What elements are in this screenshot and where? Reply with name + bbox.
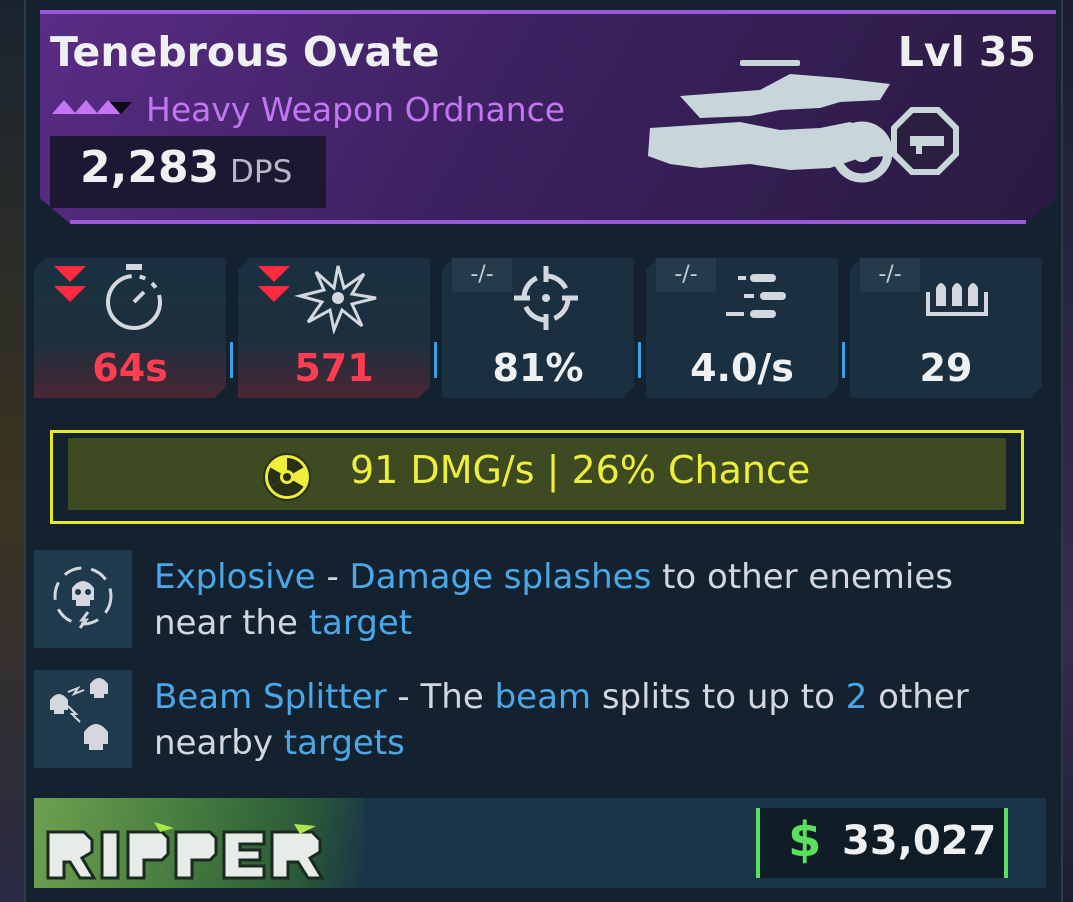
element-effect-text: 91 DMG/s | 26% Chance: [350, 448, 811, 492]
dps-value: 2,283: [80, 142, 220, 193]
perk-text-part: splits to up to: [591, 677, 846, 717]
dps-label: DPS: [230, 154, 293, 190]
stat-tile-fire-rate: -/- 4.0/s: [646, 258, 838, 398]
item-footer: $ 33,027: [34, 798, 1046, 888]
currency-icon: $: [788, 812, 822, 868]
item-type: Heavy Weapon Ordnance: [146, 90, 566, 129]
rarity-chevrons-icon: [52, 100, 132, 114]
stat-tile-accuracy: -/- 81%: [442, 258, 634, 398]
corner-decoration-icon: [44, 206, 58, 220]
perk-description: Explosive - Damage splashes to other ene…: [154, 554, 1034, 646]
stat-separator: [434, 342, 437, 378]
stat-tile-duration: 64s: [34, 258, 226, 398]
stat-tile-damage: 571: [238, 258, 430, 398]
perk-keyword: targets: [283, 723, 405, 763]
perk-name: Explosive: [154, 557, 316, 597]
weapon-silhouette-icon: [648, 60, 959, 183]
perk-text-part: -: [315, 557, 350, 597]
price-value: 33,027: [842, 818, 997, 864]
perk-icon-box: [34, 550, 132, 648]
decrease-arrows-icon: [54, 266, 86, 302]
item-card: Tenebrous Ovate Lvl 35 Heavy Weapon Ordn…: [24, 0, 1063, 902]
dps-display: 2,283 DPS: [50, 136, 326, 208]
price-display: $ 33,027: [756, 808, 1008, 878]
stat-value: 64s: [92, 346, 168, 390]
manufacturer-logo-ripper: [46, 822, 325, 880]
stat-separator: [638, 342, 641, 378]
stat-value: 29: [919, 346, 973, 390]
fire-rate-icon: [726, 274, 786, 318]
perk-description: Beam Splitter - The beam splits to up to…: [154, 674, 1034, 766]
explosive-skull-icon: [53, 566, 113, 629]
perk-name: Beam Splitter: [154, 677, 387, 717]
decrease-arrows-icon: [258, 266, 290, 302]
item-header: Tenebrous Ovate Lvl 35 Heavy Weapon Ordn…: [40, 10, 1056, 224]
perk-keyword: beam: [494, 677, 592, 717]
stat-separator: [842, 342, 845, 378]
perk-keyword: Damage splashes: [349, 557, 652, 597]
stat-tile-magazine: -/- 29: [850, 258, 1042, 398]
explosion-icon: [294, 265, 377, 334]
stat-value: 4.0/s: [690, 346, 794, 390]
perk-icon-box: [34, 670, 132, 768]
background-left-edge: [0, 0, 24, 902]
perk-keyword: target: [308, 603, 413, 643]
header-bottom-line: [70, 220, 1026, 224]
stat-value: 571: [294, 346, 374, 390]
beam-splitter-skulls-icon: [50, 678, 108, 750]
ammo-icon: [926, 283, 988, 316]
corner-decoration-icon: [1038, 206, 1052, 220]
header-top-line: [40, 10, 1056, 14]
stat-separator: [230, 342, 233, 378]
radiation-icon: [263, 453, 311, 501]
perk-keyword: 2: [845, 677, 868, 717]
crosshair-icon: [514, 266, 578, 330]
item-name: Tenebrous Ovate: [50, 28, 440, 76]
perk-text-part: - The: [386, 677, 495, 717]
stat-value: 81%: [492, 346, 584, 390]
stopwatch-icon: [106, 264, 162, 330]
